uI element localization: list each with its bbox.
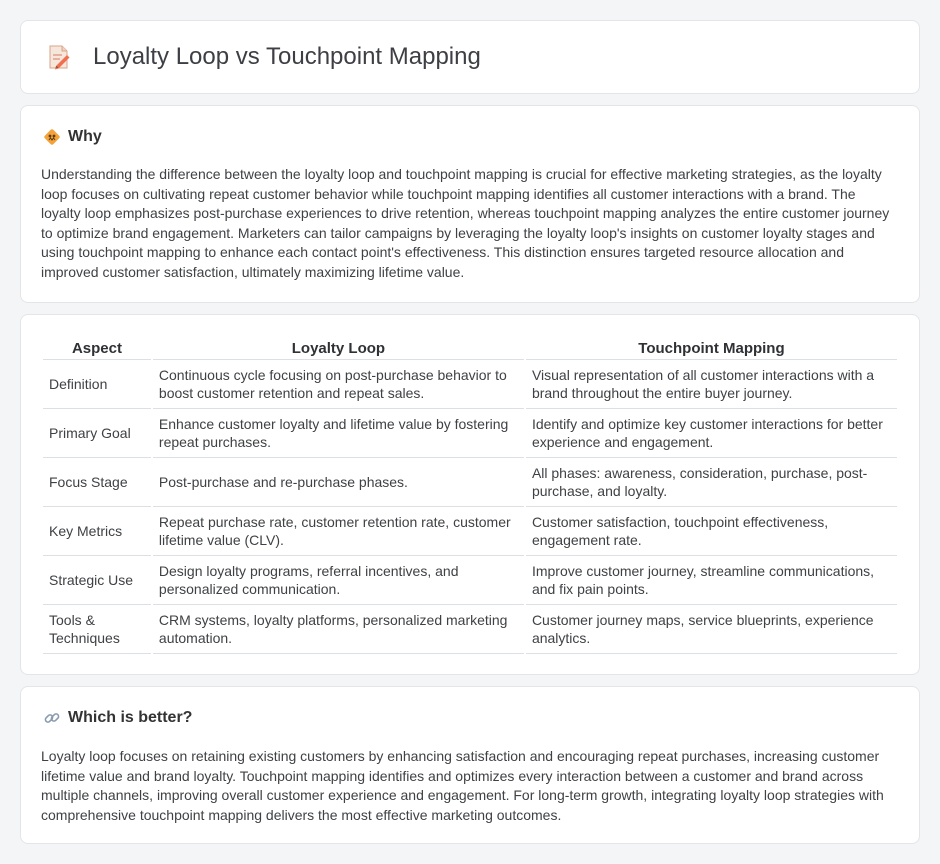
aspect-cell: Primary Goal (43, 409, 151, 458)
header-aspect: Aspect (43, 334, 151, 360)
comparison-table: Aspect Loyalty Loop Touchpoint Mapping D… (41, 334, 899, 654)
aspect-cell: Definition (43, 360, 151, 409)
touchpoint-mapping-cell: Improve customer journey, streamline com… (525, 556, 897, 605)
loyalty-loop-cell: Enhance customer loyalty and lifetime va… (152, 409, 524, 458)
link-icon (44, 713, 60, 723)
header-loyalty-loop: Loyalty Loop (152, 334, 524, 360)
touchpoint-mapping-cell: Visual representation of all customer in… (525, 360, 897, 409)
caution-sign-icon (44, 129, 60, 145)
table-row: Key Metrics Repeat purchase rate, custom… (43, 507, 897, 556)
why-heading: Why (43, 128, 102, 146)
page-title: Loyalty Loop vs Touchpoint Mapping (93, 43, 481, 70)
aspect-cell: Key Metrics (43, 507, 151, 556)
why-body: Understanding the difference between the… (41, 166, 890, 280)
better-heading: Which is better? (43, 709, 192, 727)
touchpoint-mapping-cell: Customer journey maps, service blueprint… (525, 605, 897, 654)
why-section: Why Understanding the difference between… (20, 105, 920, 303)
touchpoint-mapping-cell: Identify and optimize key customer inter… (525, 409, 897, 458)
better-body: Loyalty loop focuses on retaining existi… (41, 748, 884, 823)
table-row: Focus Stage Post-purchase and re-purchas… (43, 458, 897, 507)
title-row: Loyalty Loop vs Touchpoint Mapping (21, 21, 919, 93)
document-pencil-icon (49, 45, 70, 70)
comparison-table-card: Aspect Loyalty Loop Touchpoint Mapping D… (20, 314, 920, 675)
touchpoint-mapping-cell: All phases: awareness, consideration, pu… (525, 458, 897, 507)
loyalty-loop-cell: CRM systems, loyalty platforms, personal… (152, 605, 524, 654)
table-row: Strategic Use Design loyalty programs, r… (43, 556, 897, 605)
why-title: Why (68, 128, 102, 145)
loyalty-loop-cell: Post-purchase and re-purchase phases. (152, 458, 524, 507)
table-row: Definition Continuous cycle focusing on … (43, 360, 897, 409)
aspect-cell: Focus Stage (43, 458, 151, 507)
header-touchpoint-mapping: Touchpoint Mapping (525, 334, 897, 360)
loyalty-loop-cell: Repeat purchase rate, customer retention… (152, 507, 524, 556)
table-row: Tools & Techniques CRM systems, loyalty … (43, 605, 897, 654)
which-is-better-section: Which is better? Loyalty loop focuses on… (20, 686, 920, 844)
table-row: Primary Goal Enhance customer loyalty an… (43, 409, 897, 458)
touchpoint-mapping-cell: Customer satisfaction, touchpoint effect… (525, 507, 897, 556)
aspect-cell: Strategic Use (43, 556, 151, 605)
loyalty-loop-cell: Design loyalty programs, referral incent… (152, 556, 524, 605)
table-header-row: Aspect Loyalty Loop Touchpoint Mapping (43, 334, 897, 360)
loyalty-loop-cell: Continuous cycle focusing on post-purcha… (152, 360, 524, 409)
aspect-cell: Tools & Techniques (43, 605, 151, 654)
better-title: Which is better? (68, 709, 193, 726)
title-card: Loyalty Loop vs Touchpoint Mapping (20, 20, 920, 94)
